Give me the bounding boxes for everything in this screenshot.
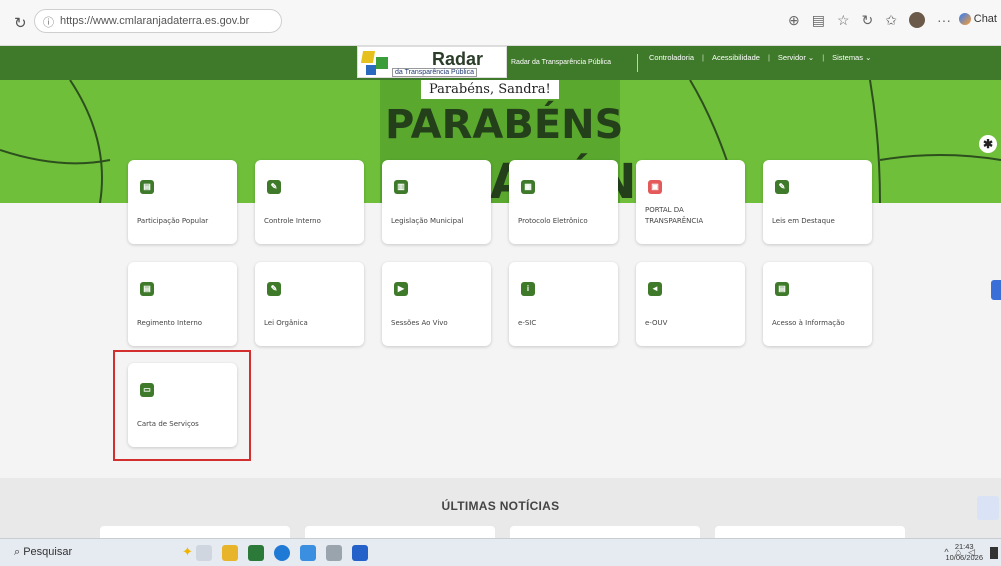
refresh-icon[interactable]: ↻ bbox=[862, 12, 874, 29]
task-view-icon[interactable] bbox=[196, 545, 212, 561]
doc-edit-icon: ✎ bbox=[775, 180, 789, 194]
service-card[interactable]: ▤ Acesso à Informação bbox=[763, 262, 872, 346]
clock[interactable]: 21:43 10/06/2026 bbox=[945, 541, 983, 563]
edge-icon[interactable] bbox=[274, 545, 290, 561]
nav-sistemas[interactable]: Sistemas ⌄ bbox=[832, 53, 871, 62]
doc-info-icon: ▤ bbox=[775, 282, 789, 296]
info-icon: i bbox=[521, 282, 535, 296]
logo-subtitle: da Transparência Pública bbox=[392, 68, 477, 77]
zoom-icon[interactable]: ⊕ bbox=[788, 12, 800, 29]
taskbar-apps bbox=[196, 545, 368, 561]
accessibility-icon[interactable]: ✱ bbox=[979, 135, 997, 153]
news-section: ÚLTIMAS NOTÍCIAS bbox=[0, 478, 1001, 538]
service-card[interactable]: ▦ Protocolo Eletrônico bbox=[509, 160, 618, 244]
service-card[interactable]: ▶ Sessões Ao Vivo bbox=[382, 262, 491, 346]
chart-doc-icon: ▣ bbox=[648, 180, 662, 194]
service-card[interactable]: ▤ Participação Popular bbox=[128, 160, 237, 244]
browser-actions: ⊕ ▤ ☆ ↻ ✩ ··· bbox=[788, 12, 951, 29]
app-icon[interactable] bbox=[300, 545, 316, 561]
service-card[interactable]: ▤ Regimento Interno bbox=[128, 262, 237, 346]
site-info-icon[interactable]: ⓘ bbox=[43, 14, 54, 30]
news-card[interactable] bbox=[510, 526, 700, 538]
browser-toolbar: ↻ ⓘ https://www.cmlaranjadaterra.es.gov.… bbox=[0, 0, 1001, 46]
news-title: ÚLTIMAS NOTÍCIAS bbox=[441, 499, 560, 513]
portal-name: Radar da Transparência Pública bbox=[511, 59, 612, 66]
os-taskbar: ⌕ Pesquisar ✦ ^ ⌂ ◁ 21:43 10/06/2026 bbox=[0, 538, 1001, 566]
svg-text:PARABÉNS: PARABÉNS bbox=[385, 100, 623, 148]
widgets-icon[interactable]: ✦ bbox=[182, 544, 193, 560]
app-icon[interactable] bbox=[326, 545, 342, 561]
more-icon[interactable]: ··· bbox=[937, 12, 951, 29]
favorite-icon[interactable]: ☆ bbox=[837, 12, 850, 29]
service-card[interactable]: ✎ Lei Orgânica bbox=[255, 262, 364, 346]
service-card[interactable]: ◄ e-OUV bbox=[636, 262, 745, 346]
nav-controladoria[interactable]: Controladoria bbox=[649, 53, 694, 62]
service-card[interactable]: ▥ Legislação Municipal bbox=[382, 160, 491, 244]
notification-icon[interactable] bbox=[990, 547, 998, 559]
reader-icon[interactable]: ▤ bbox=[812, 12, 825, 29]
nav-acessibilidade[interactable]: Acessibilidade bbox=[712, 53, 760, 62]
profile-avatar[interactable] bbox=[909, 12, 925, 28]
logo-shape bbox=[376, 57, 388, 69]
service-card[interactable]: ✎ Leis em Destaque bbox=[763, 160, 872, 244]
favorites-icon[interactable]: ✩ bbox=[885, 12, 897, 29]
service-card[interactable]: i e-SIC bbox=[509, 262, 618, 346]
logo-shape bbox=[366, 65, 376, 75]
reload-icon[interactable]: ↻ bbox=[14, 14, 27, 32]
doc-icon: ▤ bbox=[140, 180, 154, 194]
doc-icon: ▤ bbox=[140, 282, 154, 296]
file-explorer-icon[interactable] bbox=[222, 545, 238, 561]
url-text: https://www.cmlaranjadaterra.es.gov.br bbox=[60, 15, 250, 27]
service-card[interactable]: ✎ Controle Interno bbox=[255, 160, 364, 244]
app-icon[interactable] bbox=[248, 545, 264, 561]
recaptcha-badge[interactable] bbox=[977, 496, 999, 520]
top-nav: Controladoria | Acessibilidade | Servido… bbox=[649, 53, 872, 62]
app-icon[interactable] bbox=[352, 545, 368, 561]
chat-button[interactable]: Chat bbox=[958, 13, 997, 26]
site-header: Radar da Transparência Pública Radar da … bbox=[0, 46, 1001, 80]
side-widget[interactable] bbox=[991, 280, 1001, 300]
logo-shape bbox=[360, 51, 376, 63]
news-card[interactable] bbox=[305, 526, 495, 538]
service-card[interactable]: ▣ PORTAL DA TRANSPARÊNCIA bbox=[636, 160, 745, 244]
logo-title: Radar bbox=[432, 49, 484, 69]
doc-edit-icon: ✎ bbox=[267, 282, 281, 296]
divider bbox=[637, 54, 638, 72]
nav-servidor[interactable]: Servidor ⌄ bbox=[778, 53, 814, 62]
news-card[interactable] bbox=[100, 526, 290, 538]
video-icon: ▶ bbox=[394, 282, 408, 296]
address-bar[interactable]: ⓘ https://www.cmlaranjadaterra.es.gov.br bbox=[34, 9, 282, 33]
radar-logo[interactable]: Radar da Transparência Pública bbox=[357, 46, 507, 78]
news-card[interactable] bbox=[715, 526, 905, 538]
taskbar-search[interactable]: ⌕ Pesquisar bbox=[14, 546, 72, 559]
greeting-text: Parabéns, Sandra! bbox=[421, 80, 559, 99]
copilot-icon bbox=[958, 13, 971, 26]
book-icon: ▥ bbox=[394, 180, 408, 194]
megaphone-icon: ◄ bbox=[648, 282, 662, 296]
highlight-box bbox=[113, 350, 251, 461]
file-icon: ▦ bbox=[521, 180, 535, 194]
doc-edit-icon: ✎ bbox=[267, 180, 281, 194]
